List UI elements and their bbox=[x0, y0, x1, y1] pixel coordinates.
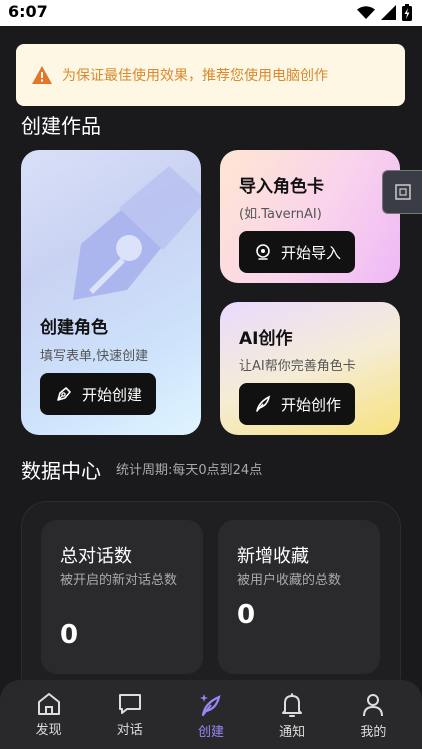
floating-side-handle[interactable] bbox=[382, 170, 422, 214]
stat-desc: 被开启的新对话总数 bbox=[60, 573, 178, 588]
stat-value: 0 bbox=[237, 600, 256, 630]
start-ai-create-button[interactable]: 开始创作 bbox=[239, 383, 356, 425]
start-import-button[interactable]: 开始导入 bbox=[239, 231, 356, 273]
ai-card-subtitle: 让AI帮你完善角色卡 bbox=[239, 359, 356, 374]
pen-icon bbox=[57, 387, 71, 401]
tab-profile[interactable]: 我的 bbox=[338, 680, 408, 749]
tab-chat[interactable]: 对话 bbox=[95, 680, 165, 749]
home-icon bbox=[37, 693, 60, 715]
person-icon bbox=[363, 694, 384, 717]
start-ai-create-label: 开始创作 bbox=[281, 395, 342, 414]
create-role-card[interactable]: 创建角色 填写表单,快速创建 开始创建 bbox=[21, 150, 201, 435]
data-center-title: 数据中心 bbox=[21, 459, 101, 483]
feather-icon bbox=[199, 694, 221, 717]
system-icons bbox=[357, 4, 412, 21]
tab-label: 创建 bbox=[197, 725, 224, 740]
battery-icon bbox=[402, 4, 412, 21]
import-card-subtitle: (如.TavernAI) bbox=[239, 207, 322, 222]
stats-period: 统计周期:每天0点到24点 bbox=[116, 463, 263, 478]
import-card[interactable]: 导入角色卡 (如.TavernAI) 开始导入 bbox=[220, 150, 400, 283]
import-icon bbox=[256, 244, 270, 260]
ai-card-title: AI创作 bbox=[239, 329, 293, 349]
start-import-label: 开始导入 bbox=[281, 243, 342, 262]
stat-card-new-favorites: 新增收藏 被用户收藏的总数 0 bbox=[218, 520, 380, 674]
import-card-title: 导入角色卡 bbox=[239, 177, 324, 197]
recommend-desktop-toast: 为保证最佳使用效果，推荐您使用电脑创作 bbox=[16, 44, 405, 106]
create-section-title: 创建作品 bbox=[21, 114, 101, 138]
tab-label: 对话 bbox=[116, 723, 143, 738]
tab-label: 发现 bbox=[35, 723, 62, 738]
tab-discover[interactable]: 发现 bbox=[14, 680, 84, 749]
bell-icon bbox=[282, 693, 303, 717]
status-bar: 6:07 bbox=[0, 0, 422, 26]
stat-value: 0 bbox=[60, 620, 79, 650]
stat-card-total-conversations: 总对话数 被开启的新对话总数 0 bbox=[41, 520, 203, 674]
feather-icon bbox=[256, 395, 271, 412]
signal-icon bbox=[381, 5, 396, 20]
pen-nib-illustration bbox=[73, 166, 201, 300]
window-icon bbox=[395, 184, 411, 200]
stat-title: 新增收藏 bbox=[237, 546, 309, 567]
tab-label: 通知 bbox=[279, 725, 306, 740]
role-card-subtitle: 填写表单,快速创建 bbox=[40, 349, 149, 364]
tab-create[interactable]: 创建 bbox=[176, 680, 246, 749]
toast-message: 为保证最佳使用效果，推荐您使用电脑创作 bbox=[62, 68, 328, 84]
tab-notifications[interactable]: 通知 bbox=[257, 680, 327, 749]
status-time: 6:07 bbox=[8, 2, 48, 21]
chat-icon bbox=[118, 694, 141, 714]
stat-desc: 被用户收藏的总数 bbox=[237, 573, 342, 588]
start-create-label: 开始创建 bbox=[82, 385, 143, 404]
start-create-button[interactable]: 开始创建 bbox=[40, 373, 157, 415]
wifi-icon bbox=[357, 5, 375, 19]
role-card-title: 创建角色 bbox=[40, 318, 108, 338]
stat-title: 总对话数 bbox=[60, 546, 132, 567]
warning-icon bbox=[32, 66, 52, 84]
bottom-tab-bar: 发现 对话 创建 通知 我的 bbox=[0, 680, 422, 749]
tab-label: 我的 bbox=[360, 725, 387, 740]
ai-create-card[interactable]: AI创作 让AI帮你完善角色卡 开始创作 bbox=[220, 302, 400, 435]
